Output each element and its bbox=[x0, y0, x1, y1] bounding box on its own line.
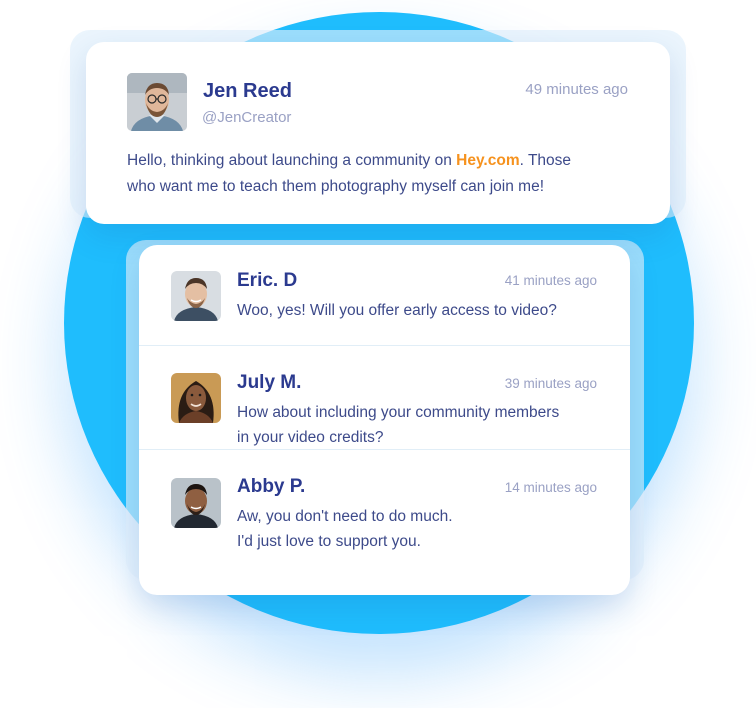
reply-timestamp: 39 minutes ago bbox=[504, 376, 597, 391]
replies-card: Eric. D 41 minutes ago Woo, yes! Will yo… bbox=[139, 245, 630, 595]
reply-text: How about including your community membe… bbox=[237, 400, 597, 450]
post-card: Jen Reed @JenCreator 49 minutes ago Hell… bbox=[86, 42, 670, 224]
post-text-end: . Those bbox=[519, 152, 572, 169]
reply-timestamp: 41 minutes ago bbox=[504, 273, 597, 288]
author-handle[interactable]: @JenCreator bbox=[202, 109, 291, 126]
hey-link[interactable]: Hey.com bbox=[456, 152, 519, 169]
reply-avatar-eric[interactable] bbox=[171, 271, 221, 321]
reply-author-name[interactable]: July M. bbox=[237, 372, 301, 394]
author-avatar[interactable] bbox=[127, 73, 187, 131]
reply-text: Woo, yes! Will you offer early access to… bbox=[237, 298, 597, 323]
reply-author-name[interactable]: Abby P. bbox=[237, 476, 305, 498]
post-body: Hello, thinking about launching a commun… bbox=[127, 148, 627, 200]
reply-text-line: in your video credits? bbox=[237, 429, 384, 446]
author-name[interactable]: Jen Reed bbox=[203, 80, 292, 103]
post-timestamp: 49 minutes ago bbox=[525, 81, 628, 98]
reply-text: Aw, you don't need to do much. I'd just … bbox=[237, 504, 597, 554]
reply-text-line: Aw, you don't need to do much. bbox=[237, 508, 453, 525]
community-illustration: Jen Reed @JenCreator 49 minutes ago Hell… bbox=[0, 0, 756, 708]
reply-item: July M. 39 minutes ago How about includi… bbox=[139, 346, 630, 450]
reply-author-name[interactable]: Eric. D bbox=[237, 270, 297, 292]
post-text-line2: who want me to teach them photography my… bbox=[127, 178, 544, 195]
reply-timestamp: 14 minutes ago bbox=[504, 480, 597, 495]
reply-text-line: Woo, yes! Will you offer early access to… bbox=[237, 302, 557, 319]
eric-photo bbox=[171, 271, 221, 321]
post-text-start: Hello, thinking about launching a commun… bbox=[127, 152, 457, 169]
abby-photo bbox=[171, 478, 221, 528]
reply-item: Eric. D 41 minutes ago Woo, yes! Will yo… bbox=[139, 245, 630, 346]
july-photo bbox=[171, 373, 221, 423]
reply-text-line: I'd just love to support you. bbox=[237, 533, 421, 550]
reply-avatar-abby[interactable] bbox=[171, 478, 221, 528]
reply-text-line: How about including your community membe… bbox=[237, 404, 560, 421]
author-photo bbox=[127, 73, 187, 131]
reply-avatar-july[interactable] bbox=[171, 373, 221, 423]
reply-item: Abby P. 14 minutes ago Aw, you don't nee… bbox=[139, 450, 630, 575]
